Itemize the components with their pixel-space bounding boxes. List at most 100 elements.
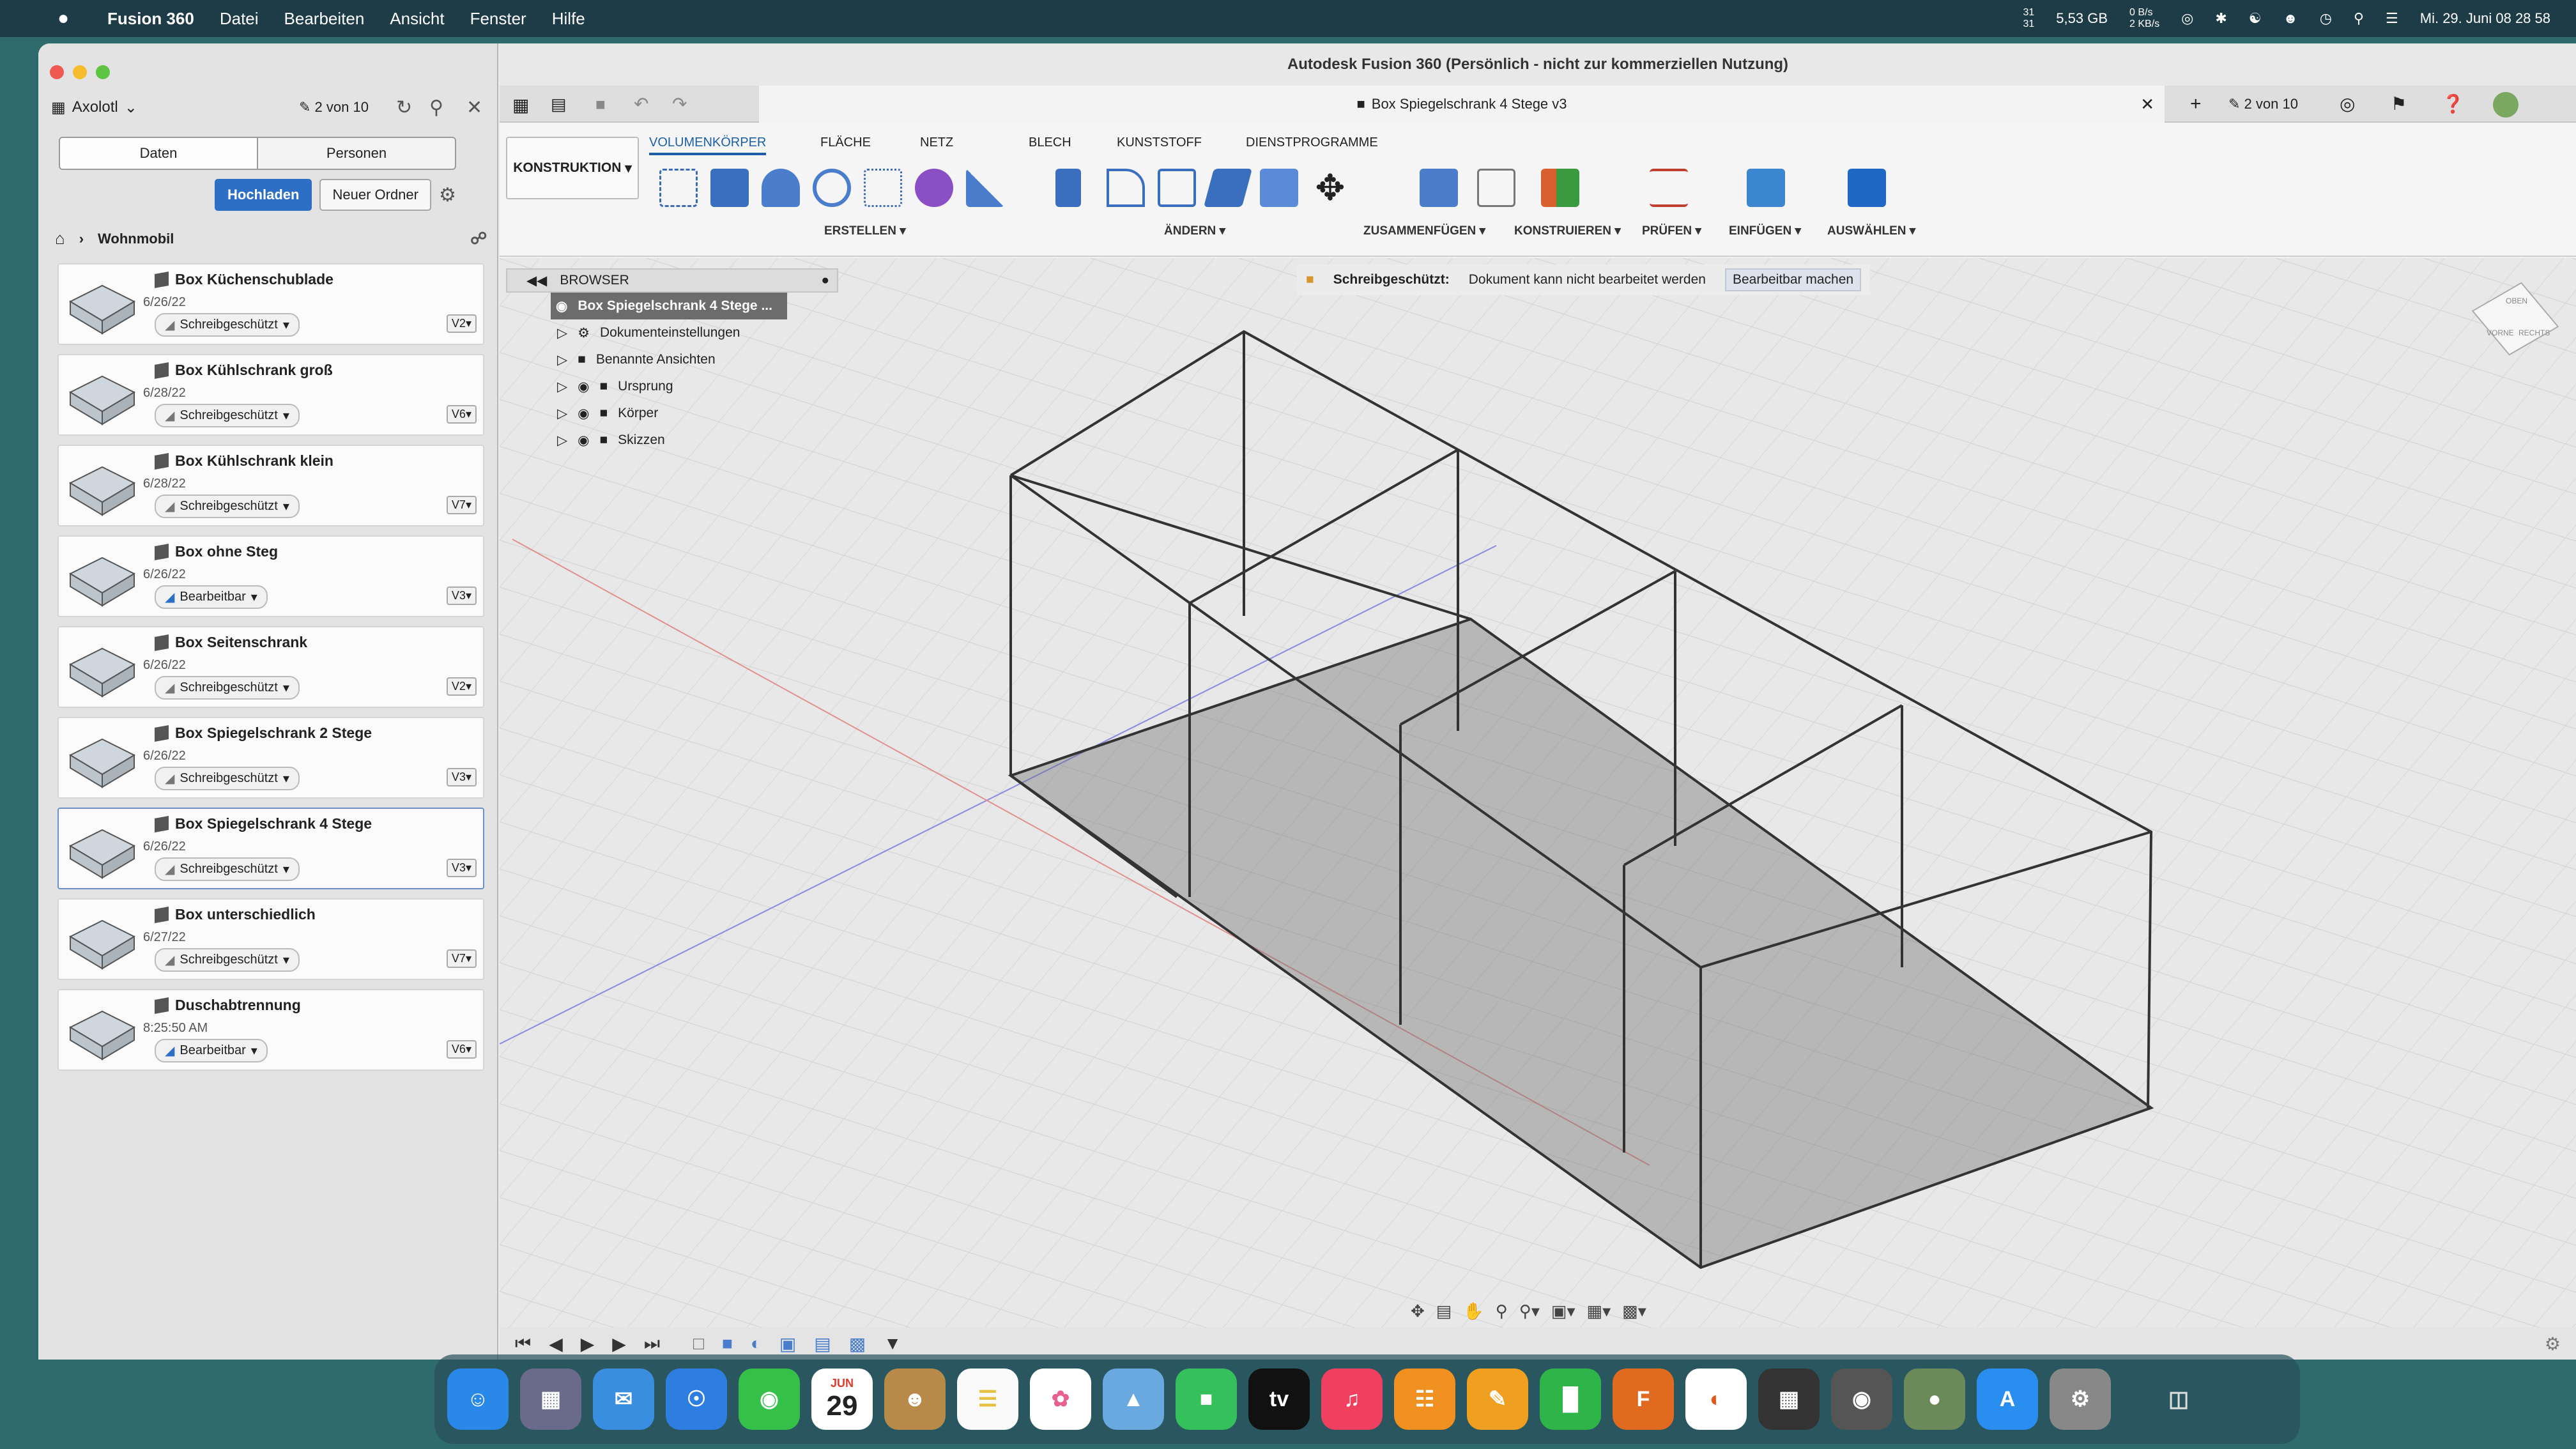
browser-header[interactable]: ◀◀ BROWSER ● <box>506 268 838 293</box>
play-icon[interactable]: ▶ <box>581 1333 595 1354</box>
avatar[interactable] <box>2493 92 2518 118</box>
file-item[interactable]: Box ohne Steg 6/26/22 ◢ Bearbeitbar ▾ V3▾ <box>57 535 484 617</box>
undo-icon[interactable]: ↶ <box>634 93 648 114</box>
books-icon[interactable]: ☷ <box>1394 1368 1455 1430</box>
file-version[interactable]: V6▾ <box>446 405 477 424</box>
timeline-pattern-icon[interactable]: ▤ <box>814 1333 831 1354</box>
file-status-dropdown[interactable]: ◢ Schreibgeschützt ▾ <box>155 494 300 518</box>
contacts-icon[interactable]: ☻ <box>884 1368 946 1430</box>
control-center-icon[interactable]: ☰ <box>2386 10 2398 27</box>
zoom-window-button[interactable] <box>96 65 110 79</box>
team-selector[interactable]: ▦ Axolotl ⌄ <box>51 98 137 117</box>
photos-icon[interactable]: ✿ <box>1030 1368 1091 1430</box>
file-item[interactable]: Box Küchenschublade 6/26/22 ◢ Schreibgeschü… <box>57 263 484 345</box>
tab-blech[interactable]: BLECH <box>1029 135 1071 150</box>
tab-personen[interactable]: Personen <box>258 138 455 169</box>
collapse-icon[interactable]: ◀◀ <box>526 273 547 289</box>
calendar-icon[interactable]: JUN 29 <box>811 1368 873 1430</box>
mirror-icon[interactable] <box>966 169 1004 207</box>
apple-tv-icon[interactable]: tv <box>1248 1368 1310 1430</box>
trash-icon[interactable]: ◫ <box>2148 1368 2209 1430</box>
file-status-dropdown[interactable]: ◢ Bearbeitbar ▾ <box>155 585 268 609</box>
viewcube-right-label[interactable]: RECHTS <box>2518 328 2550 337</box>
system-preferences-icon[interactable]: ⚙ <box>2050 1368 2111 1430</box>
close-tab-icon[interactable]: ✕ <box>2140 95 2154 114</box>
file-status-dropdown[interactable]: ◢ Schreibgeschützt ▾ <box>155 948 300 972</box>
clock-icon[interactable]: ◷ <box>2320 10 2332 27</box>
settings-gear-icon[interactable]: ⚙ <box>439 184 456 206</box>
form-icon[interactable] <box>915 169 953 207</box>
joint-icon[interactable] <box>1477 169 1515 207</box>
grid-settings-icon[interactable]: ▦▾ <box>1587 1301 1611 1321</box>
fusion-360-icon[interactable]: F <box>1613 1368 1674 1430</box>
search-icon[interactable]: ⚲ <box>429 96 443 119</box>
file-status-dropdown[interactable]: ◢ Schreibgeschützt ▾ <box>155 676 300 700</box>
safari-icon[interactable]: ☉ <box>666 1368 727 1430</box>
browser-item-dokumenteinstellungen[interactable]: ▷ ⚙ Dokumenteinstellungen <box>506 319 838 346</box>
tab-netz[interactable]: NETZ <box>920 135 953 150</box>
group-zusammenfuegen[interactable]: ZUSAMMENFÜGEN ▾ <box>1363 224 1485 238</box>
file-item[interactable]: Duschabtrennung 8:25:50 AM ◢ Bearbeitbar ▾ V6… <box>57 989 484 1071</box>
file-status-dropdown[interactable]: ◢ Bearbeitbar ▾ <box>155 1039 268 1062</box>
close-window-button[interactable] <box>50 65 64 79</box>
viewcube-front-label[interactable]: VORNE <box>2487 328 2514 337</box>
move-icon[interactable]: ✥ <box>1311 169 1349 207</box>
menu-hilfe[interactable]: Hilfe <box>552 9 585 29</box>
bluetooth-icon[interactable]: ✱ <box>2215 10 2227 27</box>
construct-plane-icon[interactable] <box>1541 169 1579 207</box>
finder-icon[interactable]: ☺ <box>447 1368 509 1430</box>
expand-icon[interactable]: ▷ <box>557 433 567 448</box>
extrude-icon[interactable] <box>710 169 749 207</box>
file-status-dropdown[interactable]: ◢ Schreibgeschützt ▾ <box>155 313 300 337</box>
file-item[interactable]: Box Kühlschrank groß 6/28/22 ◢ Schreibgesch… <box>57 354 484 436</box>
press-pull-icon[interactable] <box>1055 169 1081 207</box>
file-version[interactable]: V2▾ <box>446 677 477 696</box>
file-version[interactable]: V7▾ <box>446 496 477 514</box>
menu-fenster[interactable]: Fenster <box>470 9 526 29</box>
browser-root-item[interactable]: ◉ Box Spiegelschrank 4 Stege ... <box>551 293 787 319</box>
timeline-shell-icon[interactable]: ◐ <box>751 1333 762 1354</box>
menu-datei[interactable]: Datei <box>220 9 259 29</box>
browser-item-ursprung[interactable]: ▷ ◉ ■ Ursprung <box>506 373 838 400</box>
facetime-icon[interactable]: ■ <box>1176 1368 1237 1430</box>
next-step-icon[interactable]: ▶ <box>612 1333 626 1354</box>
help-icon[interactable]: ❓ <box>2442 93 2464 114</box>
viewcube[interactable]: OBEN VORNE RECHTS <box>2467 271 2563 367</box>
workspace-switcher[interactable]: KONSTRUKTION ▾ <box>506 137 639 199</box>
group-konstruieren[interactable]: KONSTRUIEREN ▾ <box>1514 224 1621 238</box>
file-item[interactable]: Box unterschiedlich 6/27/22 ◢ Schreibgeschü… <box>57 898 484 980</box>
browser-item-benannte-ansichten[interactable]: ▷ ■ Benannte Ansichten <box>506 346 838 373</box>
combine-icon[interactable] <box>1203 169 1253 207</box>
menu-app-name[interactable]: Fusion 360 <box>107 9 194 29</box>
rocket-app-icon[interactable]: ● <box>1904 1368 1965 1430</box>
visibility-eye-icon[interactable]: ◉ <box>578 433 589 448</box>
music-icon[interactable]: ♫ <box>1321 1368 1383 1430</box>
insert-image-icon[interactable] <box>1747 169 1785 207</box>
file-status-dropdown[interactable]: ◢ Schreibgeschützt ▾ <box>155 857 300 881</box>
file-status-dropdown[interactable]: ◢ Schreibgeschützt ▾ <box>155 404 300 427</box>
create-sketch-icon[interactable] <box>659 169 698 207</box>
first-step-icon[interactable]: ⏮ <box>515 1333 531 1354</box>
timeline-extrude-icon[interactable]: ■ <box>722 1333 733 1354</box>
group-aendern[interactable]: ÄNDERN ▾ <box>1164 224 1225 238</box>
browser-item-koerper[interactable]: ▷ ◉ ■ Körper <box>506 400 838 427</box>
right-jobs-counter[interactable]: ✎ 2 von 10 <box>2228 96 2298 112</box>
expand-icon[interactable]: ▷ <box>557 352 567 368</box>
group-pruefen[interactable]: PRÜFEN ▾ <box>1642 224 1701 238</box>
blender-icon[interactable]: ◐ <box>1685 1368 1747 1430</box>
pages-icon[interactable]: ✎ <box>1467 1368 1528 1430</box>
breadcrumb-folder[interactable]: Wohnmobil <box>98 231 174 247</box>
disk-stat[interactable]: 5,53 GB <box>2056 10 2108 27</box>
orbit-icon[interactable]: ✥ <box>1411 1301 1425 1321</box>
visibility-eye-icon[interactable]: ◉ <box>578 406 589 422</box>
expand-icon[interactable]: ▷ <box>557 325 567 341</box>
measure-icon[interactable] <box>1650 169 1688 207</box>
viewcube-box[interactable] <box>2471 282 2559 356</box>
wifi-icon[interactable]: ☯ <box>2249 10 2262 27</box>
group-auswaehlen[interactable]: AUSWÄHLEN ▾ <box>1827 224 1915 238</box>
network-stat[interactable]: 0 B/s 2 KB/s <box>2129 7 2159 30</box>
file-version[interactable]: V2▾ <box>446 314 477 333</box>
numbers-icon[interactable]: █ <box>1540 1368 1601 1430</box>
new-tab-icon[interactable]: + <box>2190 93 2202 115</box>
close-icon[interactable]: ✕ <box>466 96 482 119</box>
